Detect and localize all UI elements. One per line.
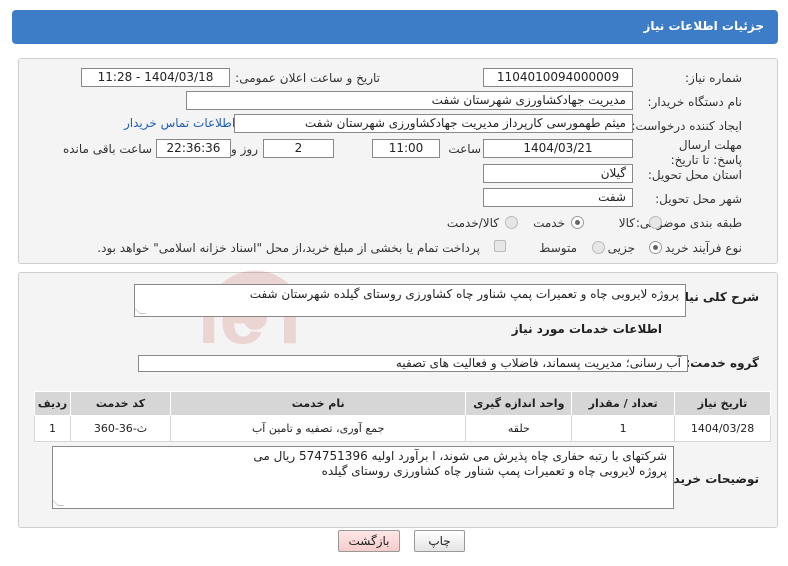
creator-label: ایجاد کننده درخواست: [631, 119, 742, 133]
category-goods-radio[interactable] [649, 216, 662, 229]
cell-unit: حلقه [465, 415, 573, 442]
cell-quantity: 1 [571, 415, 676, 442]
treasury-payment-note: پرداخت تمام یا بخشی از مبلغ خرید،از محل … [97, 241, 480, 255]
cell-service-name: جمع آوری، تصفیه و تامین آب [169, 415, 467, 442]
process-minor-radio[interactable] [649, 241, 662, 254]
buyer-contact-link[interactable]: اطلاعات تماس خریدار [124, 116, 235, 130]
announce-label: تاریخ و ساعت اعلان عمومی: [235, 71, 380, 85]
col-quantity: تعداد / مقدار [571, 391, 676, 416]
deadline-label: مهلت ارسال پاسخ: تا تاریخ: [670, 138, 742, 167]
cell-service-code: ث-36-360 [70, 415, 171, 442]
service-group-label: گروه خدمت: [685, 356, 759, 370]
province-label: استان محل تحویل: [647, 168, 742, 182]
buyer-notes-line-1: شرکتهای با رتبه حفاری چاه پذیرش می شوند،… [253, 449, 667, 463]
process-medium-label: متوسط [539, 241, 577, 255]
category-goods-service-radio[interactable] [505, 216, 518, 229]
buyer-org-label: نام دستگاه خریدار: [647, 95, 743, 109]
city-label: شهر محل تحویل: [655, 192, 742, 206]
remaining-days-field: 2 [263, 139, 334, 158]
col-unit: واحد اندازه گیری [465, 391, 573, 416]
province-field: گیلان [483, 164, 633, 183]
category-goods-service-label: کالا/خدمت [446, 216, 499, 230]
resize-grip[interactable] [135, 308, 146, 314]
page-header: جزئیات اطلاعات نیاز [12, 10, 778, 44]
service-group-field: آب رسانی؛ مدیریت پسماند، فاضلاب و فعالیت… [138, 355, 688, 372]
process-medium-radio[interactable] [592, 241, 605, 254]
summary-textarea[interactable]: پروژه لایروبی چاه و تعمیرات پمپ شناور چا… [134, 284, 686, 317]
remaining-time-label: ساعت باقی مانده [62, 142, 152, 156]
days-label: روز و [231, 142, 258, 156]
buyer-notes-textarea[interactable]: شرکتهای با رتبه حفاری چاه پذیرش می شوند،… [52, 446, 674, 509]
remaining-time-field: 22:36:36 [156, 139, 231, 158]
need-number-label: شماره نیاز: [685, 71, 742, 85]
category-service-radio[interactable] [571, 216, 584, 229]
col-need-date: تاریخ نیاز [674, 391, 771, 416]
treasury-payment-checkbox[interactable] [494, 240, 506, 252]
services-table: تاریخ نیاز تعداد / مقدار واحد اندازه گیر… [33, 391, 771, 442]
category-service-label: خدمت [533, 216, 565, 230]
col-service-name: نام خدمت [169, 391, 467, 416]
announce-datetime-field: 1404/03/18 - 11:28 [81, 68, 230, 87]
resize-grip[interactable] [53, 500, 64, 506]
category-goods-label: کالا [618, 216, 635, 230]
deadline-time-label: ساعت [448, 142, 481, 156]
deadline-time-field: 11:00 [372, 139, 440, 158]
print-button[interactable]: چاپ [414, 530, 465, 552]
table-row: 1404/03/28 1 حلقه جمع آوری، تصفیه و تامی… [33, 415, 771, 442]
summary-text: پروژه لایروبی چاه و تعمیرات پمپ شناور چا… [249, 287, 679, 301]
creator-field: میثم طهمورسی کارپرداز مدیریت جهادکشاورزی… [234, 114, 633, 133]
cell-row: 1 [33, 415, 72, 442]
buyer-notes-line-2: پروژه لایروبی چاه و تعمیرات پمپ شناور چا… [321, 464, 667, 478]
buyer-org-field: مدیریت جهادکشاورزی شهرستان شفت [186, 91, 633, 110]
need-number-field: 1104010094000009 [483, 68, 633, 87]
deadline-date-field: 1404/03/21 [483, 139, 633, 158]
cell-need-date: 1404/03/28 [674, 415, 771, 442]
col-row: ردیف [33, 391, 72, 416]
city-field: شفت [483, 188, 633, 207]
table-header-row: تاریخ نیاز تعداد / مقدار واحد اندازه گیر… [33, 391, 771, 416]
process-minor-label: جزیی [607, 241, 635, 255]
col-service-code: کد خدمت [70, 391, 171, 416]
services-heading: اطلاعات خدمات مورد نیاز [511, 322, 662, 336]
process-label: نوع فرآیند خرید : [657, 241, 742, 255]
back-button[interactable]: بازگشت [338, 530, 400, 552]
page-title: جزئیات اطلاعات نیاز [643, 19, 764, 33]
